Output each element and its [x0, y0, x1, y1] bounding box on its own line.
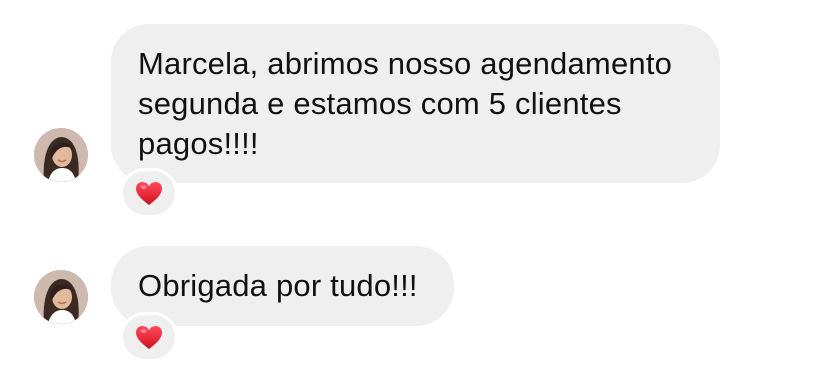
message-row: Marcela, abrimos nosso agendamento segun… — [0, 0, 828, 225]
heart-icon — [136, 325, 162, 349]
reaction-badge[interactable] — [120, 168, 178, 218]
message-text: Obrigada por tudo!!! — [138, 268, 418, 303]
message-row: Obrigada por tudo!!! — [0, 225, 828, 375]
avatar-photo-icon — [34, 270, 88, 324]
avatar[interactable] — [34, 270, 88, 324]
message-bubble[interactable]: Marcela, abrimos nosso agendamento segun… — [111, 24, 720, 183]
heart-icon — [136, 181, 162, 205]
avatar[interactable] — [34, 128, 88, 182]
reaction-badge[interactable] — [120, 312, 178, 362]
chat-thread: Marcela, abrimos nosso agendamento segun… — [0, 0, 828, 375]
avatar-photo-icon — [34, 128, 88, 182]
message-text: Marcela, abrimos nosso agendamento segun… — [138, 46, 673, 161]
